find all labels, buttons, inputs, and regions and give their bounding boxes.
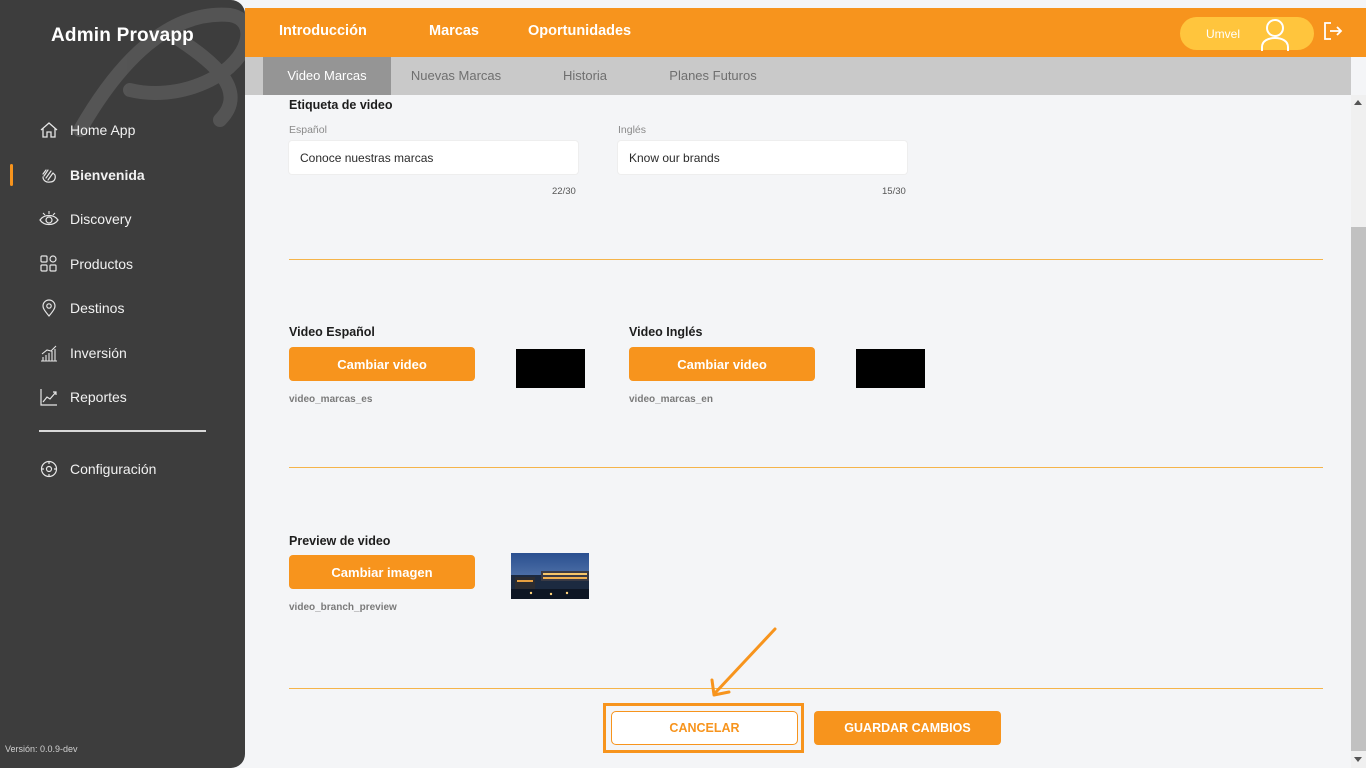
- english-label-input[interactable]: [618, 141, 907, 174]
- save-changes-button[interactable]: GUARDAR CAMBIOS: [814, 711, 1001, 745]
- annotation-arrow-icon: [710, 627, 777, 697]
- sidebar-item-configuracion[interactable]: Configuración: [0, 447, 245, 492]
- english-char-counter: 15/30: [882, 186, 906, 197]
- cancel-button[interactable]: CANCELAR: [611, 711, 798, 745]
- app-title: Admin Provapp: [50, 25, 194, 46]
- divider: [289, 259, 1323, 260]
- sidebar: Admin Provapp Home App Bienvenida Discov…: [0, 0, 245, 768]
- scroll-up-arrow-icon[interactable]: [1354, 100, 1362, 105]
- user-menu[interactable]: Umvel: [1180, 17, 1314, 51]
- app-root: Admin Provapp Home App Bienvenida Discov…: [0, 0, 1366, 768]
- video-spanish-filename: video_marcas_es: [289, 394, 373, 405]
- sidebar-nav: Home App Bienvenida Discovery Productos: [0, 108, 245, 420]
- sidebar-item-label: Configuración: [70, 461, 157, 478]
- sidebar-item-label: Destinos: [70, 300, 125, 317]
- tab-introduccion[interactable]: Introducción: [279, 23, 367, 39]
- preview-image-thumbnail[interactable]: [511, 553, 589, 599]
- sidebar-item-home-app[interactable]: Home App: [0, 108, 245, 153]
- bar-chart-icon: [39, 343, 59, 363]
- home-icon: [39, 120, 59, 140]
- sidebar-divider: [39, 430, 206, 432]
- spanish-label-input[interactable]: [289, 141, 578, 174]
- scrollbar-thumb[interactable]: [1351, 227, 1366, 751]
- spanish-char-counter: 22/30: [552, 186, 576, 197]
- preview-filename: video_branch_preview: [289, 602, 397, 613]
- sidebar-item-label: Productos: [70, 255, 134, 272]
- subtab-nuevas-marcas[interactable]: Nuevas Marcas: [391, 57, 521, 95]
- subtab-planes-futuros[interactable]: Planes Futuros: [657, 57, 769, 95]
- sidebar-item-productos[interactable]: Productos: [0, 242, 245, 287]
- divider: [289, 688, 1323, 689]
- top-nav-bar: Introducción Marcas Oportunidades Umvel: [245, 8, 1366, 63]
- divider: [289, 467, 1323, 468]
- grid-shapes-icon: [39, 254, 59, 274]
- sidebar-item-label: Inversión: [70, 344, 127, 361]
- user-avatar-icon: [1261, 19, 1289, 51]
- subtab-historia[interactable]: Historia: [535, 57, 635, 95]
- sidebar-item-label: Discovery: [70, 211, 132, 228]
- preview-section-title: Preview de video: [289, 534, 391, 548]
- gear-icon: [39, 459, 59, 479]
- sidebar-item-reportes[interactable]: Reportes: [0, 375, 245, 420]
- line-chart-icon: [39, 387, 59, 407]
- waving-hand-icon: [39, 165, 59, 185]
- version-label: Versión: 0.0.9-dev: [5, 744, 78, 754]
- tab-oportunidades[interactable]: Oportunidades: [528, 23, 631, 39]
- logout-icon[interactable]: [1322, 20, 1344, 42]
- video-english-filename: video_marcas_en: [629, 394, 713, 405]
- change-video-english-button[interactable]: Cambiar video: [629, 347, 815, 381]
- video-english-thumbnail[interactable]: [856, 349, 925, 388]
- user-name: Umvel: [1206, 26, 1241, 41]
- spanish-label: Español: [289, 124, 327, 136]
- video-english-title: Video Inglés: [629, 325, 703, 339]
- video-spanish-thumbnail[interactable]: [516, 349, 585, 388]
- english-label: Inglés: [618, 124, 647, 136]
- sidebar-item-label: Home App: [70, 122, 136, 139]
- video-spanish-title: Video Español: [289, 325, 375, 339]
- subtab-video-marcas[interactable]: Video Marcas: [263, 57, 391, 95]
- sidebar-item-destinos[interactable]: Destinos: [0, 286, 245, 331]
- sidebar-item-discovery[interactable]: Discovery: [0, 197, 245, 242]
- sidebar-item-label: Reportes: [70, 389, 127, 406]
- tab-marcas[interactable]: Marcas: [429, 23, 479, 63]
- change-image-button[interactable]: Cambiar imagen: [289, 555, 475, 589]
- sub-tab-bar: Video Marcas Nuevas Marcas Historia Plan…: [245, 57, 1351, 95]
- sidebar-item-inversion[interactable]: Inversión: [0, 331, 245, 376]
- change-video-spanish-button[interactable]: Cambiar video: [289, 347, 475, 381]
- eye-icon: [39, 209, 59, 229]
- sidebar-item-bienvenida[interactable]: Bienvenida: [0, 153, 245, 198]
- label-section-title: Etiqueta de video: [289, 98, 393, 112]
- sidebar-settings-nav: Configuración: [0, 447, 245, 492]
- scroll-down-arrow-icon[interactable]: [1354, 757, 1362, 762]
- map-pin-icon: [39, 298, 59, 318]
- sidebar-item-label: Bienvenida: [70, 166, 145, 183]
